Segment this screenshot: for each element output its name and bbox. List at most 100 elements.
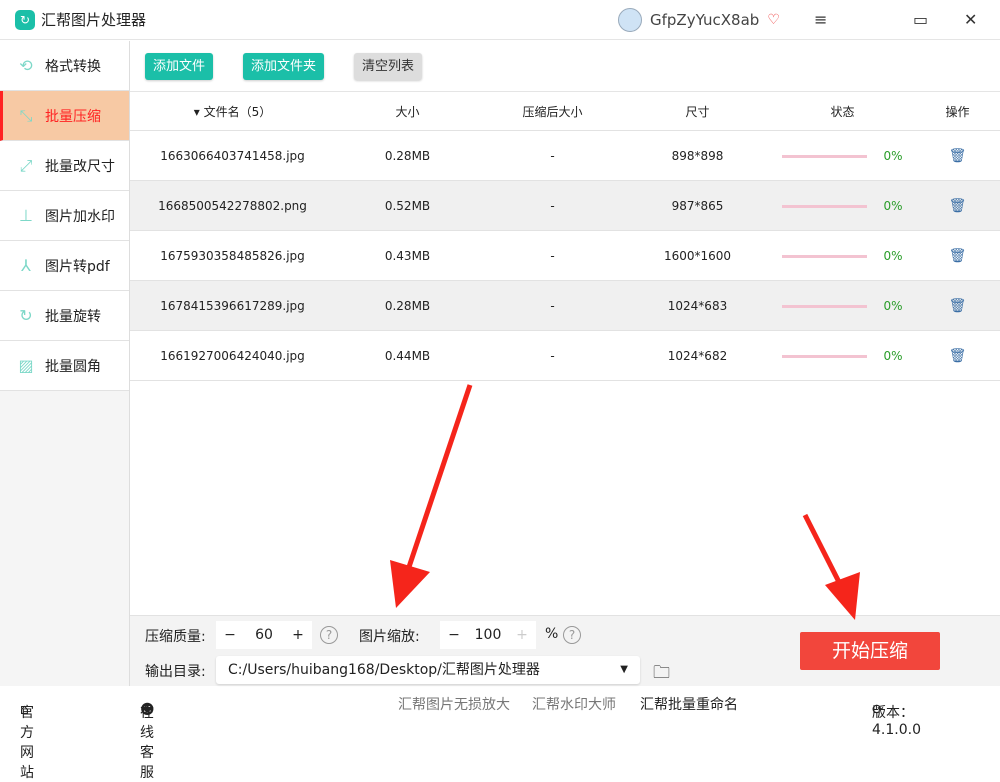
resize-icon: ⤢: [19, 155, 33, 175]
status: 0%: [770, 199, 915, 213]
increment-button[interactable]: +: [284, 627, 312, 643]
compressed-size: -: [550, 298, 555, 313]
sidebar-item-label: 图片加水印: [45, 208, 115, 225]
help-icon[interactable]: ?: [320, 626, 338, 644]
quality-stepper[interactable]: − 60 +: [216, 621, 312, 649]
status: 0%: [770, 149, 915, 163]
status: 0%: [770, 299, 915, 313]
decrement-button[interactable]: −: [216, 627, 244, 643]
trash-icon[interactable]: 🗑: [949, 348, 967, 364]
close-icon[interactable]: ✕: [964, 10, 977, 29]
file-name: 1661927006424040.jpg: [160, 348, 305, 363]
add-file-button[interactable]: 添加文件: [145, 53, 214, 80]
compressed-size: -: [550, 348, 555, 363]
sidebar-item-label: 批量圆角: [45, 358, 101, 375]
header-actions: 操作: [945, 104, 970, 119]
vip-icon[interactable]: ♡: [767, 12, 780, 28]
header-compressed-size: 压缩后大小: [522, 104, 583, 119]
rotate-icon: ↻: [19, 306, 33, 325]
progress-bar: [782, 254, 868, 258]
sidebar-item-label: 图片转pdf: [45, 258, 110, 275]
maximize-icon[interactable]: ▭: [913, 10, 928, 29]
trash-icon[interactable]: 🗑: [949, 148, 967, 164]
table-header: ▾ 文件名（5） 大小 压缩后大小 尺寸 状态 操作: [130, 92, 1000, 131]
username[interactable]: GfpZyYucX8ab: [650, 11, 759, 29]
link-rename[interactable]: 汇帮批量重命名: [640, 694, 738, 714]
output-dir-select[interactable]: C:/Users/huibang168/Desktop/汇帮图片处理器 ▼: [216, 656, 640, 684]
link-upscale[interactable]: 汇帮图片无损放大: [398, 694, 510, 714]
trash-icon[interactable]: 🗑: [949, 298, 967, 314]
trash-icon[interactable]: 🗑: [949, 198, 967, 214]
clear-list-button[interactable]: 清空列表: [354, 53, 423, 80]
trash-icon[interactable]: 🗑: [949, 248, 967, 264]
status: 0%: [770, 349, 915, 363]
table-row[interactable]: 1661927006424040.jpg 0.44MB - 1024*682 0…: [130, 331, 1000, 381]
sidebar-item-watermark[interactable]: ⊥ 图片加水印: [0, 191, 129, 241]
add-folder-button[interactable]: 添加文件夹: [243, 53, 325, 80]
decrement-button[interactable]: −: [440, 627, 468, 643]
sidebar-item-rotate[interactable]: ↻ 批量旋转: [0, 291, 129, 341]
progress-text: 0%: [883, 298, 903, 313]
red-arrow: [802, 513, 846, 592]
file-size: 0.28MB: [384, 298, 431, 313]
output-label: 输出目录:: [145, 664, 206, 680]
delete-button[interactable]: 🗑: [915, 198, 1000, 214]
file-size: 0.52MB: [384, 198, 431, 213]
title-bar: ↻ 汇帮图片处理器 GfpZyYucX8ab ♡ ≡ ▭ ✕: [0, 0, 1000, 40]
delete-button[interactable]: 🗑: [915, 248, 1000, 264]
toolbar: 添加文件 添加文件夹 清空列表: [130, 41, 1000, 92]
sidebar-item-round[interactable]: ▨ 批量圆角: [0, 341, 129, 391]
delete-button[interactable]: 🗑: [915, 148, 1000, 164]
dimensions: 898*898: [671, 148, 724, 163]
sidebar-item-label: 批量改尺寸: [45, 158, 115, 175]
table-row[interactable]: 1663066403741458.jpg 0.28MB - 898*898 0%…: [130, 131, 1000, 181]
file-name: 1675930358485826.jpg: [160, 248, 305, 263]
link-watermark[interactable]: 汇帮水印大师: [532, 694, 616, 714]
progress-bar: [782, 204, 868, 208]
compressed-size: -: [550, 248, 555, 263]
avatar[interactable]: [618, 8, 642, 32]
folder-icon[interactable]: 🗀: [653, 660, 670, 689]
dimensions: 1024*682: [667, 348, 728, 363]
delete-button[interactable]: 🗑: [915, 298, 1000, 314]
table-row[interactable]: 1675930358485826.jpg 0.43MB - 1600*1600 …: [130, 231, 1000, 281]
progress-bar: [782, 304, 868, 308]
progress-text: 0%: [883, 248, 903, 263]
scale-value[interactable]: 100: [468, 627, 508, 643]
quality-value[interactable]: 60: [244, 627, 284, 643]
menu-icon[interactable]: ≡: [814, 10, 827, 29]
convert-icon: ⟲: [19, 56, 33, 75]
progress-bar: [782, 354, 868, 358]
sidebar-item-label: 批量旋转: [45, 308, 101, 325]
sidebar-item-format[interactable]: ⟲ 格式转换: [0, 41, 129, 91]
footer: ⌂ 官方网站 ☻ 在线客服 汇帮图片无损放大 汇帮水印大师 汇帮批量重命名 ⟳ …: [0, 686, 1000, 781]
quality-label: 压缩质量:: [145, 629, 206, 645]
table-row[interactable]: 1668500542278802.png 0.52MB - 987*865 0%…: [130, 181, 1000, 231]
app-title: 汇帮图片处理器: [41, 11, 147, 29]
sidebar-item-label: 批量压缩: [45, 108, 101, 125]
percent-label: %: [545, 626, 559, 642]
file-size: 0.43MB: [384, 248, 431, 263]
file-size: 0.44MB: [384, 348, 431, 363]
sidebar-item-resize[interactable]: ⤢ 批量改尺寸: [0, 141, 129, 191]
file-name: 1668500542278802.png: [158, 198, 307, 213]
increment-button[interactable]: +: [508, 627, 536, 643]
progress-bar: [782, 154, 868, 158]
red-arrow-head: [825, 572, 860, 620]
pdf-icon: ⅄: [21, 256, 31, 275]
sidebar-item-compress[interactable]: ⤡ 批量压缩: [0, 91, 129, 141]
header-filename[interactable]: ▾ 文件名（5）: [130, 103, 335, 120]
start-compress-button[interactable]: 开始压缩: [800, 632, 940, 670]
user-info[interactable]: GfpZyYucX8ab ♡: [618, 8, 780, 32]
table-row[interactable]: 1678415396617289.jpg 0.28MB - 1024*683 0…: [130, 281, 1000, 331]
delete-button[interactable]: 🗑: [915, 348, 1000, 364]
chevron-down-icon[interactable]: ▼: [620, 656, 628, 684]
sidebar-item-pdf[interactable]: ⅄ 图片转pdf: [0, 241, 129, 291]
scale-label: 图片缩放:: [359, 629, 420, 645]
sidebar: ⟲ 格式转换 ⤡ 批量压缩 ⤢ 批量改尺寸 ⊥ 图片加水印 ⅄ 图片转pdf ↻ 批量旋转 …: [0, 41, 130, 686]
header-size: 大小: [395, 104, 420, 119]
scale-stepper[interactable]: − 100 +: [440, 621, 536, 649]
progress-text: 0%: [883, 148, 903, 163]
dimensions: 987*865: [671, 198, 724, 213]
help-icon[interactable]: ?: [563, 626, 581, 644]
